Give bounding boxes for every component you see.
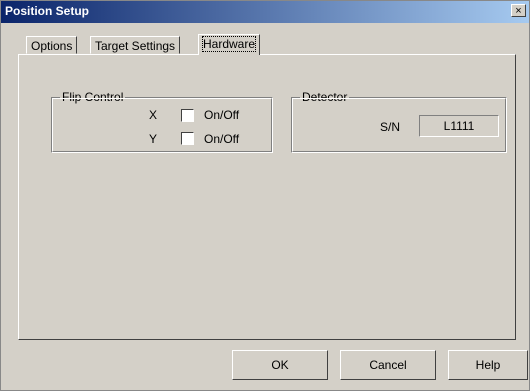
flip-y-option-label[interactable]: On/Off [204, 132, 239, 146]
detector-legend: Detector [300, 90, 350, 104]
window-title: Position Setup [5, 4, 89, 18]
flip-control-group: Flip Control [51, 90, 273, 153]
tab-hardware[interactable]: Hardware [198, 34, 261, 55]
serial-number-label: S/N [380, 120, 401, 134]
close-icon[interactable]: × [511, 4, 526, 17]
flip-y-label: Y [149, 132, 158, 146]
help-button[interactable]: Help [448, 350, 528, 380]
flip-y-checkbox[interactable] [181, 132, 194, 145]
cancel-button[interactable]: Cancel [340, 350, 436, 380]
tab-target-settings[interactable]: Target Settings [90, 36, 181, 54]
tab-options-label: Options [31, 39, 73, 53]
serial-number-field: L1111 [419, 115, 499, 137]
title-bar: Position Setup × [1, 1, 529, 23]
tab-hardware-label: Hardware [201, 36, 257, 52]
position-setup-dialog: Position Setup × Options Target Settings… [0, 0, 530, 391]
tab-target-settings-label: Target Settings [95, 39, 176, 53]
flip-x-option-label[interactable]: On/Off [204, 108, 239, 122]
flip-x-label: X [149, 108, 158, 122]
tab-options[interactable]: Options [26, 36, 78, 54]
ok-button[interactable]: OK [232, 350, 328, 380]
flip-control-legend: Flip Control [60, 90, 126, 104]
flip-x-checkbox[interactable] [181, 109, 194, 122]
